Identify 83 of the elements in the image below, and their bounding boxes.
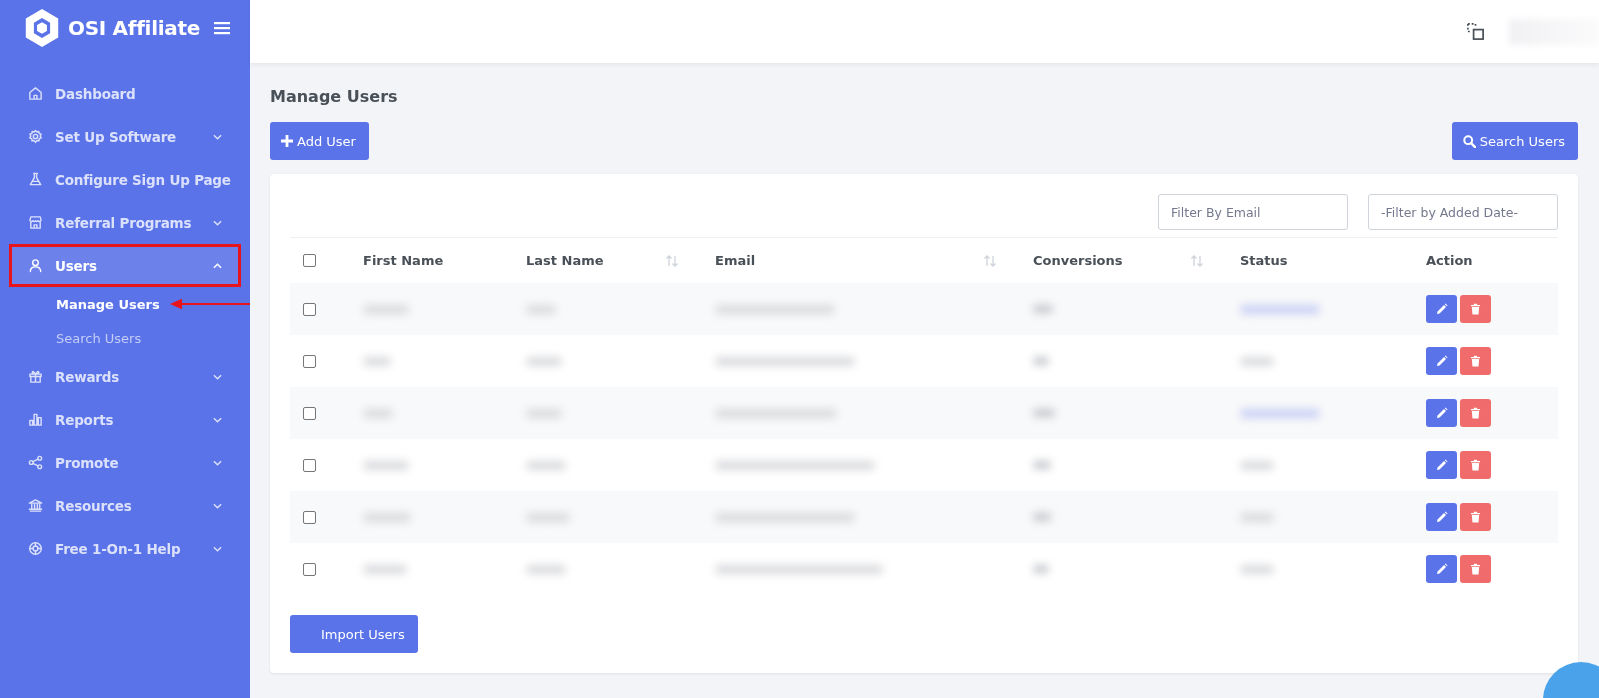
pencil-icon <box>1435 355 1448 367</box>
user-icon <box>28 258 43 273</box>
nav-item[interactable]: Rewards <box>12 358 238 395</box>
import-users-button[interactable]: Import Users <box>290 615 418 653</box>
pencil-icon <box>1435 407 1448 419</box>
blurred-text <box>1033 409 1055 417</box>
nav-item[interactable]: Configure Sign Up Page <box>12 161 238 198</box>
blurred-text <box>526 564 566 574</box>
edit-button[interactable] <box>1426 503 1457 531</box>
flask-icon <box>28 172 43 187</box>
pencil-icon <box>1435 563 1448 575</box>
column-header: Conversions <box>1033 253 1123 268</box>
column-header: Status <box>1240 253 1288 268</box>
bank-icon <box>28 498 43 513</box>
delete-button[interactable] <box>1460 347 1491 375</box>
row-checkbox[interactable] <box>303 562 316 576</box>
column-header: First Name <box>363 253 444 268</box>
column-header: Last Name <box>526 253 604 268</box>
column-header: Email <box>715 253 756 268</box>
row-checkbox[interactable] <box>303 354 316 368</box>
row-checkbox[interactable] <box>303 458 316 472</box>
trash-icon <box>1470 459 1481 471</box>
hexagon-logo-icon <box>24 7 60 48</box>
email-filter-field[interactable]: Filter By Email <box>1158 194 1348 230</box>
edit-button[interactable] <box>1426 295 1457 323</box>
nav-item[interactable]: Reports <box>12 401 238 438</box>
lifebuoy-icon <box>28 541 43 556</box>
delete-button[interactable] <box>1460 399 1491 427</box>
pencil-icon <box>1435 459 1448 471</box>
nav-item[interactable]: Referral Programs <box>12 204 238 241</box>
blurred-text <box>1033 357 1049 365</box>
edit-button[interactable] <box>1426 347 1457 375</box>
edit-button[interactable] <box>1426 555 1457 583</box>
delete-button[interactable] <box>1460 503 1491 531</box>
fullscreen-icon[interactable] <box>1466 22 1485 41</box>
delete-button[interactable] <box>1460 555 1491 583</box>
blurred-text <box>1033 565 1049 573</box>
nav-item[interactable]: Dashboard <box>12 75 238 112</box>
blurred-text <box>526 356 562 366</box>
edit-button[interactable] <box>1426 399 1457 427</box>
delete-button[interactable] <box>1460 451 1491 479</box>
store-icon <box>28 215 43 230</box>
home-icon <box>28 86 43 101</box>
pencil-icon <box>1435 303 1448 315</box>
trash-icon <box>1470 563 1481 575</box>
plus-icon <box>281 135 293 147</box>
trash-icon <box>1470 355 1481 367</box>
pencil-icon <box>1435 511 1448 523</box>
blurred-text <box>363 564 407 574</box>
row-checkbox[interactable] <box>303 302 316 316</box>
nav-item[interactable]: Resources <box>12 487 238 524</box>
gear-icon <box>28 129 43 144</box>
share-icon <box>28 455 43 470</box>
delete-button[interactable] <box>1460 295 1491 323</box>
blurred-text <box>526 460 566 470</box>
blurred-text <box>363 460 409 470</box>
search-users-button[interactable]: Search Users <box>1451 122 1578 160</box>
date-filter-field[interactable]: -Filter by Added Date- <box>1368 194 1558 230</box>
blurred-text <box>1033 513 1051 521</box>
nav-item[interactable]: Promote <box>12 444 238 481</box>
row-checkbox[interactable] <box>303 406 316 420</box>
menu-icon[interactable] <box>214 20 230 35</box>
edit-button[interactable] <box>1426 451 1457 479</box>
nav-item[interactable]: Users <box>12 247 238 284</box>
search-icon <box>1462 134 1476 148</box>
row-checkbox[interactable] <box>303 510 316 524</box>
page-title: Manage Users <box>270 87 399 106</box>
nav-item[interactable]: Free 1-On-1 Help <box>12 530 238 567</box>
select-all-checkbox[interactable] <box>303 254 316 267</box>
trash-icon <box>1470 511 1481 523</box>
trash-icon <box>1470 407 1481 419</box>
submenu-item[interactable]: Search Users <box>56 330 142 346</box>
blurred-text <box>363 356 391 366</box>
add-user-button[interactable]: Add User <box>270 122 369 160</box>
blurred-text <box>1033 305 1053 313</box>
bar-chart-icon <box>28 412 43 427</box>
brand-name: OSI Affiliate <box>68 15 200 40</box>
blurred-text <box>1033 461 1051 469</box>
submenu-item[interactable]: Manage Users <box>56 296 160 312</box>
gift-icon <box>28 369 43 384</box>
trash-icon <box>1470 303 1481 315</box>
nav-item[interactable]: Set Up Software <box>12 118 238 155</box>
column-header: Action <box>1426 253 1473 268</box>
